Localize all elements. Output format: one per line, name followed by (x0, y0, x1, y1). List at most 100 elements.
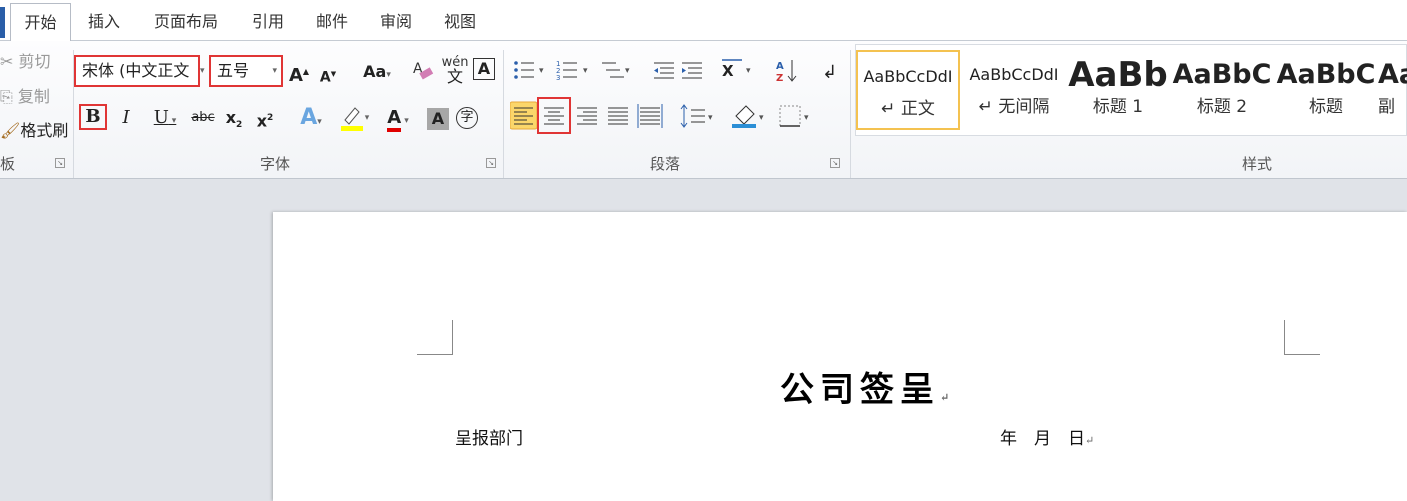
style-subtitle[interactable]: Aa 副 (1378, 50, 1407, 130)
clear-format-button[interactable]: A (410, 56, 436, 84)
document-title[interactable]: 公司签呈↵ (780, 362, 955, 411)
text-direction-icon[interactable]: X ▾ (722, 59, 751, 80)
char-shading-label: A (431, 109, 445, 128)
tab-mailings[interactable]: 邮件 (304, 3, 360, 41)
enclose-label: 字 (460, 110, 474, 125)
font-size-combo[interactable]: 五号 ▾ (209, 55, 283, 87)
format-painter-button[interactable]: 🖌格式刷 (0, 118, 68, 144)
svg-text:3: 3 (556, 74, 560, 82)
tab-home[interactable]: 开始 (10, 3, 71, 42)
font-color-dropdown-icon: ▾ (401, 116, 409, 126)
document-page[interactable] (273, 212, 1407, 501)
text-effects-icon: A (300, 105, 318, 130)
cut-label: 剪切 (18, 52, 51, 71)
svg-text:A: A (776, 61, 784, 72)
style-normal[interactable]: AaBbCcDdI ↵ 正文 (856, 50, 960, 130)
distributed-icon[interactable] (637, 104, 663, 128)
style-name: ↵ 正文 (881, 99, 935, 119)
phonetic-char-icon: 文 (446, 67, 463, 86)
svg-text:▾: ▾ (539, 66, 544, 76)
bullets-icon[interactable]: ▾ (514, 61, 544, 79)
borders-icon[interactable]: ▾ (779, 105, 809, 127)
line-spacing-icon[interactable]: ▾ (680, 104, 713, 128)
copy-button[interactable]: ⎘ 复制 (0, 84, 50, 110)
decrease-indent-icon[interactable] (654, 62, 674, 79)
file-tab-edge[interactable] (0, 7, 5, 38)
text-effects-button[interactable]: A▾ (294, 104, 328, 132)
justify-icon[interactable] (608, 107, 628, 125)
bold-label: B (85, 106, 101, 127)
align-center-icon[interactable] (537, 97, 571, 134)
tab-review[interactable]: 审阅 (368, 3, 424, 41)
underline-label: U (153, 107, 169, 128)
style-heading-2[interactable]: AaBbC 标题 2 (1170, 50, 1274, 130)
font-size-value: 五号 (217, 61, 250, 80)
increase-indent-icon[interactable] (682, 62, 702, 79)
scissors-icon: ✂ (0, 52, 14, 71)
tab-references[interactable]: 引用 (240, 3, 296, 41)
tab-page-layout[interactable]: 页面布局 (140, 3, 232, 41)
font-group-label: 字体 (259, 155, 290, 173)
style-name: ↵ 无间隔 (978, 97, 1050, 117)
font-name-dropdown-icon[interactable]: ▾ (200, 66, 205, 76)
shrink-font-button[interactable]: A▼ (317, 60, 339, 88)
svg-text:X: X (722, 62, 734, 80)
highlight-dropdown-icon: ▾ (364, 113, 370, 123)
subscript-button[interactable]: x2 (222, 104, 246, 132)
font-name-combo[interactable]: 宋体 (中文正文 (74, 55, 200, 87)
change-case-dropdown-icon: ▾ (386, 70, 391, 80)
cut-button[interactable]: ✂ 剪切 (0, 49, 51, 75)
paragraph-mark: ↵ (940, 391, 956, 404)
copy-label: 复制 (17, 87, 50, 106)
shading-icon[interactable]: ▾ (732, 105, 764, 128)
font-size-dropdown-icon[interactable]: ▾ (272, 57, 277, 85)
style-preview: AaBb (1068, 55, 1168, 95)
highlight-button[interactable]: ▾ (334, 104, 374, 132)
multilevel-list-icon[interactable]: ▾ (602, 62, 630, 78)
font-color-button[interactable]: A ▾ (378, 104, 418, 132)
margin-corner-mark (1284, 354, 1320, 355)
svg-text:▾: ▾ (625, 66, 630, 76)
char-shading-button[interactable]: A (427, 108, 449, 130)
bold-button[interactable]: B (79, 104, 107, 130)
show-formatting-marks-icon[interactable]: ↲ (822, 62, 837, 83)
svg-text:▾: ▾ (759, 113, 764, 123)
eraser-icon: A (413, 61, 434, 80)
align-left-icon[interactable] (510, 101, 538, 130)
font-dialog-launcher[interactable]: ↘ (486, 158, 496, 168)
style-preview: Aa (1378, 59, 1407, 90)
copy-icon: ⎘ (0, 87, 13, 106)
underline-button[interactable]: U ▾ (145, 104, 185, 132)
enclose-characters-button[interactable]: 字 (456, 107, 478, 129)
styles-group-label: 样式 (1241, 155, 1272, 173)
strikethrough-button[interactable]: abc (190, 104, 216, 132)
italic-button[interactable]: I (114, 104, 138, 132)
style-preview: AaBbCcDdI (969, 65, 1059, 84)
change-case-button[interactable]: Aa▾ (357, 58, 397, 86)
phonetic-guide-button[interactable]: wén 文 (440, 56, 470, 86)
clipboard-dialog-launcher[interactable]: ↘ (55, 158, 65, 168)
style-heading-1[interactable]: AaBb 标题 1 (1066, 50, 1170, 130)
char-border-button[interactable]: A (473, 58, 495, 80)
tab-insert[interactable]: 插入 (75, 3, 133, 41)
department-label[interactable]: 呈报部门 (455, 424, 523, 449)
clipboard-group-label: 板 (0, 155, 16, 173)
date-line[interactable]: 年 月 日↵ (1000, 424, 1094, 449)
grow-font-button[interactable]: A▲ (287, 58, 311, 86)
superscript-button[interactable]: x2 (253, 104, 277, 132)
sort-icon[interactable]: AZ (776, 60, 797, 84)
style-no-spacing[interactable]: AaBbCcDdI ↵ 无间隔 (962, 50, 1066, 130)
style-title[interactable]: AaBbC 标题 (1274, 50, 1378, 130)
margin-corner-mark (1284, 320, 1285, 355)
svg-text:▾: ▾ (746, 66, 751, 76)
change-case-label: Aa (363, 62, 387, 81)
tab-view[interactable]: 视图 (432, 3, 488, 41)
numbering-icon[interactable]: 123 ▾ (556, 60, 588, 82)
underline-dropdown-icon: ▾ (168, 116, 177, 126)
align-right-icon[interactable] (577, 107, 597, 125)
format-painter-label: 格式刷 (20, 121, 69, 140)
date-text: 年 月 日 (1000, 429, 1085, 449)
margin-corner-mark (452, 320, 453, 355)
italic-label: I (122, 107, 130, 128)
paragraph-dialog-launcher[interactable]: ↘ (830, 158, 840, 168)
